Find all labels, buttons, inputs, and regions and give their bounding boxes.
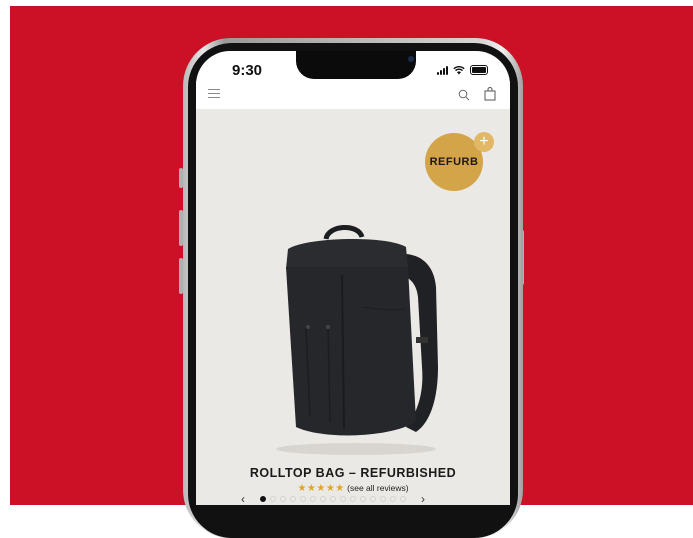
carousel-dot[interactable] (400, 496, 406, 502)
notch (296, 51, 416, 79)
refurb-badge-label: REFURB (429, 156, 479, 168)
image-carousel-pagination: ‹ › (236, 492, 476, 505)
carousel-dot[interactable] (350, 496, 356, 502)
search-icon[interactable] (458, 89, 470, 101)
status-time: 9:30 (232, 62, 263, 79)
carousel-dots (260, 496, 406, 502)
hamburger-menu-icon[interactable] (208, 89, 220, 99)
carousel-dot[interactable] (370, 496, 376, 502)
carousel-dot[interactable] (290, 496, 296, 502)
wifi-icon (453, 65, 465, 74)
carousel-dot[interactable] (300, 496, 306, 502)
front-camera (408, 56, 414, 62)
star-rating-icon: ★★★★★ (297, 483, 345, 494)
carousel-dot[interactable] (320, 496, 326, 502)
phone-screen: 9:30 ‹ › REFURB + ROLLTOP BAG – REFURBIS… (196, 51, 510, 505)
shopping-bag-icon[interactable] (484, 87, 496, 101)
carousel-dot[interactable] (270, 496, 276, 502)
carousel-dot[interactable] (360, 496, 366, 502)
carousel-dot[interactable] (340, 496, 346, 502)
carousel-dot[interactable] (310, 496, 316, 502)
battery-icon (470, 65, 488, 75)
carousel-dot[interactable] (380, 496, 386, 502)
signal-icon (437, 65, 448, 75)
badge-plus-icon[interactable]: + (474, 132, 494, 152)
carousel-dot[interactable] (280, 496, 286, 502)
see-all-reviews-link[interactable]: (see all reviews) (347, 483, 408, 493)
product-rating: ★★★★★ (see all reviews) (196, 483, 510, 494)
carousel-dot[interactable] (390, 496, 396, 502)
carousel-dot[interactable] (330, 496, 336, 502)
product-image (276, 225, 438, 455)
product-title: ROLLTOP BAG – REFURBISHED (249, 466, 457, 480)
status-icons (437, 65, 488, 75)
top-nav-bar (196, 81, 510, 109)
carousel-dot[interactable] (260, 496, 266, 502)
